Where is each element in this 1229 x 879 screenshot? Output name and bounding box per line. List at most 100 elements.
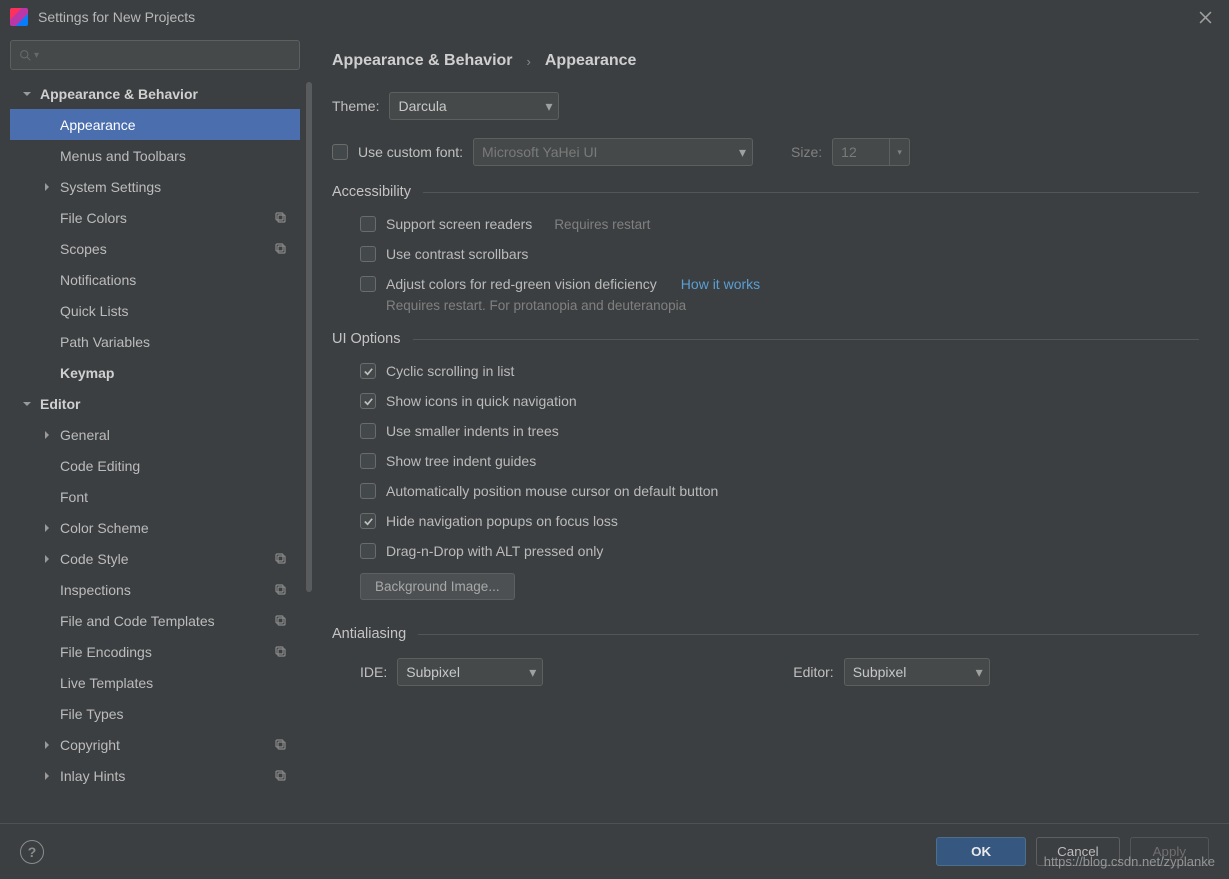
aa-editor-value: Subpixel: [853, 664, 907, 680]
tree-item-quick-lists[interactable]: Quick Lists: [10, 295, 300, 326]
background-image-button[interactable]: Background Image...: [360, 573, 515, 600]
theme-combo[interactable]: Darcula ▾: [389, 92, 559, 120]
color-deficiency-checkbox[interactable]: [360, 276, 376, 292]
show-icons-checkbox[interactable]: [360, 393, 376, 409]
apply-button: Apply: [1130, 837, 1209, 866]
font-combo[interactable]: Microsoft YaHei UI ▾: [473, 138, 753, 166]
show-icons-label: Show icons in quick navigation: [386, 393, 577, 409]
size-value: 12: [841, 144, 857, 160]
tree-item-label: Scopes: [60, 241, 107, 257]
tree-item-copyright[interactable]: Copyright: [10, 729, 300, 760]
tree-guides-checkbox[interactable]: [360, 453, 376, 469]
tree-item-notifications[interactable]: Notifications: [10, 264, 300, 295]
close-icon: [1199, 11, 1212, 24]
breadcrumb-root: Appearance & Behavior: [332, 52, 513, 70]
search-input[interactable]: ▾: [10, 40, 300, 70]
how-it-works-link[interactable]: How it works: [681, 276, 760, 292]
chevron-right-icon: [40, 524, 54, 532]
tree-item-system-settings[interactable]: System Settings: [10, 171, 300, 202]
tree-item-label: File Colors: [60, 210, 127, 226]
sidebar: ▾ Appearance & Behavior Appearance Menus a…: [0, 34, 310, 823]
restart-hint: Requires restart: [554, 217, 650, 232]
tree-item-file-colors[interactable]: File Colors: [10, 202, 300, 233]
screen-readers-checkbox[interactable]: [360, 216, 376, 232]
tree-item-label: System Settings: [60, 179, 161, 195]
tree-item-editor[interactable]: Editor: [10, 388, 300, 419]
tree-item-general[interactable]: General: [10, 419, 300, 450]
tree-item-scopes[interactable]: Scopes: [10, 233, 300, 264]
size-stepper[interactable]: ▾: [890, 138, 910, 166]
tree-item-live-templates[interactable]: Live Templates: [10, 667, 300, 698]
tree-item-label: Inspections: [60, 582, 131, 598]
tree-item-file-types[interactable]: File Types: [10, 698, 300, 729]
cyclic-scrolling-checkbox[interactable]: [360, 363, 376, 379]
tree-item-label: Keymap: [60, 365, 114, 381]
chevron-down-icon: [20, 400, 34, 408]
chevron-right-icon: [40, 555, 54, 563]
smaller-indents-checkbox[interactable]: [360, 423, 376, 439]
hide-popups-checkbox[interactable]: [360, 513, 376, 529]
settings-tree[interactable]: Appearance & Behavior Appearance Menus and…: [10, 78, 300, 823]
smaller-indents-label: Use smaller indents in trees: [386, 423, 559, 439]
tree-item-font[interactable]: Font: [10, 481, 300, 512]
section-accessibility: Accessibility: [332, 184, 411, 200]
chevron-right-icon: [40, 431, 54, 439]
tree-item-label: Inlay Hints: [60, 768, 125, 784]
section-ui-options: UI Options: [332, 331, 401, 347]
tree-item-label: Appearance & Behavior: [40, 86, 198, 102]
tree-item-label: Path Variables: [60, 334, 150, 350]
chevron-down-icon: ▾: [529, 664, 536, 681]
tree-item-label: Quick Lists: [60, 303, 128, 319]
tree-item-code-style[interactable]: Code Style: [10, 543, 300, 574]
chevron-right-icon: ›: [527, 54, 531, 69]
copy-icon: [274, 644, 286, 660]
tree-item-label: Editor: [40, 396, 80, 412]
tree-item-color-scheme[interactable]: Color Scheme: [10, 512, 300, 543]
hide-popups-label: Hide navigation popups on focus loss: [386, 513, 618, 529]
tree-item-keymap[interactable]: Keymap: [10, 357, 300, 388]
tree-item-code-editing[interactable]: Code Editing: [10, 450, 300, 481]
tree-item-file-and-code-templates[interactable]: File and Code Templates: [10, 605, 300, 636]
tree-item-path-variables[interactable]: Path Variables: [10, 326, 300, 357]
chevron-down-icon: ▾: [739, 144, 746, 161]
copy-icon: [274, 737, 286, 753]
aa-ide-combo[interactable]: Subpixel ▾: [397, 658, 543, 686]
copy-icon: [274, 613, 286, 629]
window-title: Settings for New Projects: [38, 9, 195, 25]
section-antialiasing: Antialiasing: [332, 626, 406, 642]
tree-item-label: Color Scheme: [60, 520, 149, 536]
aa-editor-combo[interactable]: Subpixel ▾: [844, 658, 990, 686]
auto-mouse-checkbox[interactable]: [360, 483, 376, 499]
auto-mouse-label: Automatically position mouse cursor on d…: [386, 483, 718, 499]
tree-item-appearance-behavior[interactable]: Appearance & Behavior: [10, 78, 300, 109]
color-deficiency-label: Adjust colors for red-green vision defic…: [386, 276, 657, 292]
tree-item-menus-and-toolbars[interactable]: Menus and Toolbars: [10, 140, 300, 171]
aa-ide-label: IDE:: [360, 664, 387, 680]
drag-alt-checkbox[interactable]: [360, 543, 376, 559]
breadcrumb: Appearance & Behavior › Appearance: [332, 52, 1199, 70]
tree-item-inlay-hints[interactable]: Inlay Hints: [10, 760, 300, 791]
tree-item-appearance[interactable]: Appearance: [10, 109, 300, 140]
ok-button[interactable]: OK: [936, 837, 1026, 866]
custom-font-checkbox[interactable]: [332, 144, 348, 160]
contrast-scrollbars-checkbox[interactable]: [360, 246, 376, 262]
help-button[interactable]: ?: [20, 840, 44, 864]
size-field[interactable]: 12: [832, 138, 890, 166]
screen-readers-label: Support screen readers: [386, 216, 532, 232]
copy-icon: [274, 210, 286, 226]
cancel-button[interactable]: Cancel: [1036, 837, 1120, 866]
tree-item-label: File Types: [60, 706, 124, 722]
close-button[interactable]: [1191, 3, 1219, 31]
tree-item-inspections[interactable]: Inspections: [10, 574, 300, 605]
color-deficiency-hint: Requires restart. For protanopia and deu…: [332, 298, 1199, 313]
custom-font-label: Use custom font:: [358, 144, 463, 160]
theme-label: Theme:: [332, 98, 379, 114]
chevron-right-icon: [40, 183, 54, 191]
tree-item-file-encodings[interactable]: File Encodings: [10, 636, 300, 667]
copy-icon: [274, 241, 286, 257]
contrast-scrollbars-label: Use contrast scrollbars: [386, 246, 528, 262]
tree-item-label: Appearance: [60, 117, 136, 133]
content-panel: Appearance & Behavior › Appearance Theme…: [310, 34, 1229, 823]
cyclic-scrolling-label: Cyclic scrolling in list: [386, 363, 514, 379]
tree-item-label: Menus and Toolbars: [60, 148, 186, 164]
